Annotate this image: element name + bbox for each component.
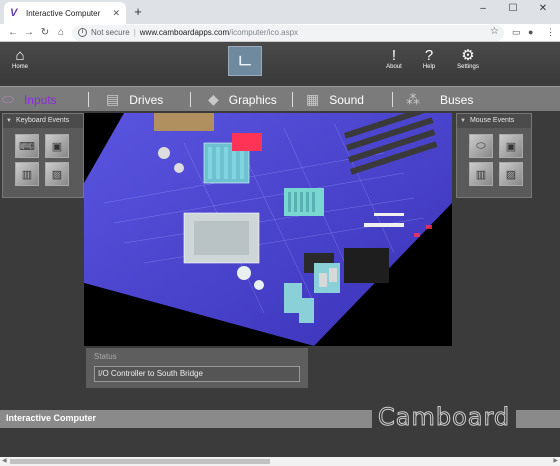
tab-label: Inputs (23, 92, 57, 107)
tab-label: Drives (129, 92, 164, 107)
browser-tab-strip: V Interactive Computer ✕ + – ☐ ✕ (0, 0, 560, 24)
app-logo[interactable]: ㄴ (228, 46, 262, 76)
footer-bar-right (516, 410, 560, 428)
security-label: Not secure (91, 28, 130, 37)
tab-graphics[interactable]: ◆ Graphics (208, 87, 277, 112)
forward-arrow-icon[interactable]: → (22, 26, 36, 40)
menu-dots-icon[interactable]: ⋮ (546, 27, 555, 38)
status-value: I/O Controller to South Bridge (94, 366, 300, 382)
new-tab-button[interactable]: + (130, 4, 146, 20)
tab-buses[interactable]: ⁂ Buses (406, 87, 473, 112)
url-host: www.camboardapps.com (139, 28, 230, 37)
status-label: Status (94, 352, 117, 361)
reload-icon[interactable]: ↻ (38, 26, 52, 40)
event-thumbnails: ⌨ ▣ ▥ ▨ (15, 134, 69, 186)
scroll-left-icon[interactable]: ◀ (2, 457, 7, 466)
tab-divider (190, 92, 191, 107)
bus-cable-icon: ⁂ (406, 91, 420, 107)
logo-glyph: ㄴ (235, 49, 255, 73)
settings-button[interactable]: ⚙ Settings (450, 47, 486, 71)
tab-label: Graphics (228, 92, 277, 107)
motherboard-3d-viewport[interactable] (84, 113, 452, 346)
connector-thumbnail-icon[interactable]: ▨ (45, 162, 69, 186)
back-arrow-icon[interactable]: ← (6, 26, 20, 40)
question-icon: ? (424, 47, 434, 64)
connector-thumbnail-icon[interactable]: ▨ (499, 162, 523, 186)
mouse-thumbnail-icon[interactable]: ⬭ (469, 134, 493, 158)
chip-thumbnail-icon[interactable]: ▣ (499, 134, 523, 158)
address-bar[interactable]: i Not secure | www.camboardapps.com/icomput… (72, 25, 504, 41)
event-thumbnails: ⬭ ▣ ▥ ▨ (469, 134, 523, 186)
footer-bar: Interactive Computer (0, 410, 372, 428)
panel-header[interactable]: ▼ Mouse Events (457, 114, 531, 128)
hard-drive-icon: ▤ (106, 91, 120, 107)
panel-title: Mouse Events (469, 117, 515, 124)
url-path: /icomputer/ico.aspx (229, 28, 299, 37)
category-bar: ⬭ Inputs ▤ Drives ◆ Graphics ▦ Sound ⁂ B… (0, 86, 560, 111)
url-separator: | (133, 28, 136, 37)
mouse-events-panel: ▼ Mouse Events ⬭ ▣ ▥ ▨ (456, 113, 532, 198)
scrollbar-thumb[interactable] (10, 459, 270, 464)
keyboard-thumbnail-icon[interactable]: ⌨ (15, 134, 39, 158)
tab-divider (88, 92, 89, 107)
help-button[interactable]: ? Help (411, 47, 447, 71)
horizontal-scrollbar[interactable]: ◀ ▶ (0, 457, 560, 466)
exclamation-icon: ! (391, 47, 397, 64)
motherboard-illustration (84, 113, 452, 346)
close-window-button[interactable]: ✕ (528, 2, 558, 16)
bookmark-star-icon[interactable]: ☆ (490, 26, 499, 37)
tab-drives[interactable]: ▤ Drives (106, 87, 163, 112)
info-icon[interactable]: i (78, 28, 87, 38)
maximize-button[interactable]: ☐ (498, 2, 528, 16)
panel-header[interactable]: ▼ Keyboard Events (3, 114, 83, 128)
tab-label: Buses (440, 92, 474, 107)
tab-divider (292, 92, 293, 107)
home-button[interactable]: ⌂ Home (2, 47, 38, 71)
tab-label: Sound (329, 92, 364, 107)
memory-thumbnail-icon[interactable]: ▥ (469, 162, 493, 186)
home-label: Home (11, 64, 28, 70)
settings-label: Settings (457, 64, 479, 70)
camboard-logo[interactable]: Camboard (377, 402, 510, 432)
profile-icon[interactable]: ● (528, 27, 533, 37)
home-icon[interactable]: ⌂ (54, 26, 68, 40)
tab-title: Interactive Computer (26, 8, 101, 18)
about-label: About (386, 64, 402, 70)
collapse-triangle-icon[interactable]: ▼ (6, 118, 12, 124)
gear-icon: ⚙ (461, 47, 475, 64)
about-button[interactable]: ! About (376, 47, 412, 71)
chip-thumbnail-icon[interactable]: ▣ (45, 134, 69, 158)
sound-card-icon: ▦ (306, 91, 320, 107)
tab-divider (392, 92, 393, 107)
keyboard-events-panel: ▼ Keyboard Events ⌨ ▣ ▥ ▨ (2, 113, 84, 198)
minimize-button[interactable]: – (468, 2, 498, 16)
browser-toolbar: ← → ↻ ⌂ i Not secure | www.camboardapps.com… (0, 24, 560, 42)
status-panel: Status I/O Controller to South Bridge (86, 348, 308, 388)
site-favicon-icon: V (10, 7, 18, 19)
cast-icon[interactable]: ▭ (512, 27, 521, 38)
memory-thumbnail-icon[interactable]: ▥ (15, 162, 39, 186)
scroll-right-icon[interactable]: ▶ (553, 457, 558, 466)
app-header: ⌂ Home ㄴ ! About ? Help ⚙ Settings (0, 42, 560, 82)
graphics-card-icon: ◆ (208, 91, 219, 107)
footer-title: Interactive Computer (6, 413, 97, 423)
help-label: Help (422, 64, 436, 70)
collapse-triangle-icon[interactable]: ▼ (460, 118, 466, 124)
close-tab-icon[interactable]: ✕ (112, 8, 120, 19)
tab-sound[interactable]: ▦ Sound (306, 87, 364, 112)
tab-inputs[interactable]: ⬭ Inputs (2, 87, 57, 112)
mouse-icon: ⬭ (2, 91, 14, 107)
panel-title: Keyboard Events (15, 117, 70, 124)
browser-tab[interactable]: V Interactive Computer ✕ (4, 2, 126, 24)
house-icon: ⌂ (15, 47, 25, 64)
